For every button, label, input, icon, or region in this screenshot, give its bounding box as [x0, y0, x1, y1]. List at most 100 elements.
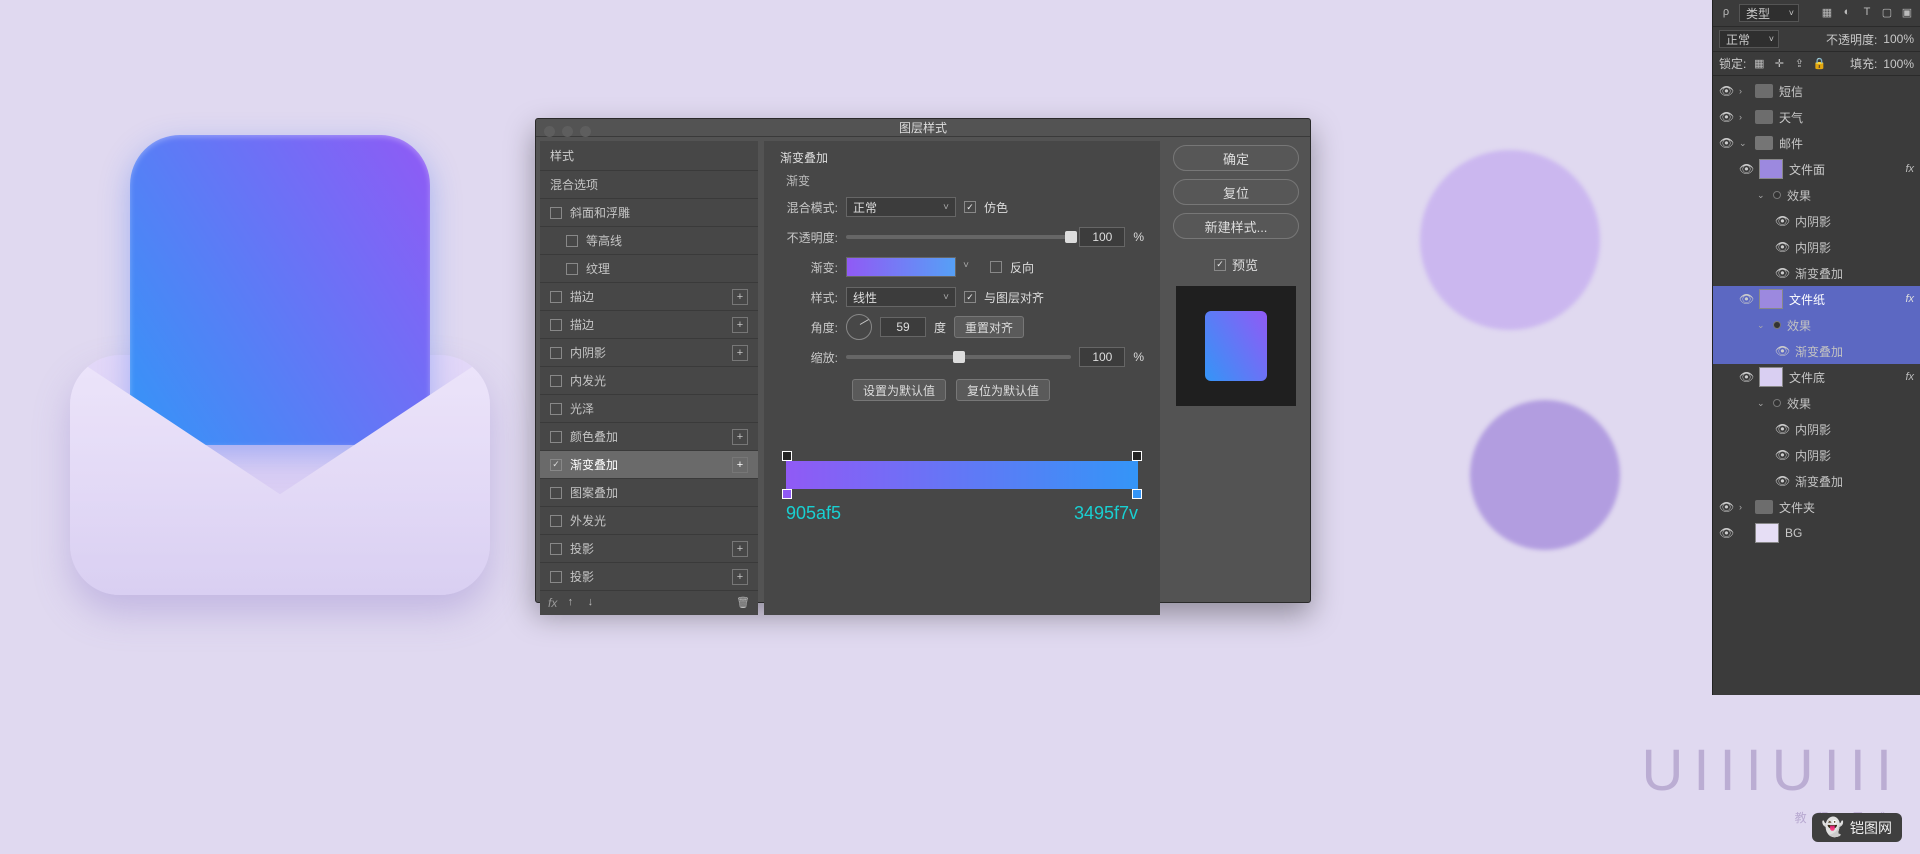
search-icon[interactable]: ρ	[1719, 6, 1733, 20]
disclosure-icon[interactable]: ⌄	[1739, 138, 1749, 149]
gradient-swatch[interactable]	[846, 257, 956, 277]
color-stop-left[interactable]	[782, 489, 792, 499]
style-item-checkbox[interactable]: ✓	[550, 459, 562, 471]
dialog-titlebar[interactable]: 图层样式	[536, 119, 1310, 137]
new-style-button[interactable]: 新建样式...	[1173, 213, 1299, 239]
visibility-icon[interactable]: 👁	[1739, 292, 1753, 306]
opacity-input[interactable]: 100	[1079, 227, 1125, 247]
gradient-style-select[interactable]: 线性	[846, 287, 956, 307]
add-instance-icon[interactable]: +	[732, 289, 748, 305]
style-item[interactable]: 外发光	[540, 506, 758, 534]
layer-thumbnail[interactable]	[1755, 523, 1779, 543]
layer-group-row[interactable]: 👁›短信	[1713, 78, 1920, 104]
scale-input[interactable]: 100	[1079, 347, 1125, 367]
trash-icon[interactable]: 🗑	[736, 596, 750, 610]
style-item[interactable]: 颜色叠加+	[540, 422, 758, 450]
add-instance-icon[interactable]: +	[732, 317, 748, 333]
style-item-checkbox[interactable]	[550, 515, 562, 527]
style-item-checkbox[interactable]	[550, 319, 562, 331]
cancel-button[interactable]: 复位	[1173, 179, 1299, 205]
layer-group-row[interactable]: 👁⌄邮件	[1713, 130, 1920, 156]
align-checkbox[interactable]	[964, 291, 976, 303]
add-instance-icon[interactable]: +	[732, 429, 748, 445]
style-item-checkbox[interactable]	[550, 375, 562, 387]
visibility-icon[interactable]: 👁	[1775, 266, 1789, 280]
add-instance-icon[interactable]: +	[732, 457, 748, 473]
style-item-checkbox[interactable]	[550, 207, 562, 219]
style-item[interactable]: 描边+	[540, 282, 758, 310]
filter-pixel-icon[interactable]: ▦	[1820, 6, 1834, 20]
visibility-icon[interactable]: 👁	[1719, 110, 1733, 124]
scale-slider[interactable]	[846, 355, 1071, 359]
disclosure-icon[interactable]: ›	[1739, 502, 1749, 512]
fx-badge[interactable]: fx	[1905, 163, 1914, 175]
style-item-checkbox[interactable]	[550, 403, 562, 415]
style-item[interactable]: 图案叠加	[540, 478, 758, 506]
visibility-icon[interactable]: 👁	[1739, 162, 1753, 176]
fx-badge[interactable]: fx	[1905, 293, 1914, 305]
visibility-icon[interactable]: 👁	[1719, 136, 1733, 150]
filter-type-select[interactable]: 类型	[1739, 4, 1799, 22]
reset-align-button[interactable]: 重置对齐	[954, 316, 1024, 338]
style-item-checkbox[interactable]	[550, 571, 562, 583]
style-item[interactable]: 描边+	[540, 310, 758, 338]
style-item[interactable]: 光泽	[540, 394, 758, 422]
visibility-icon[interactable]: 👁	[1775, 422, 1789, 436]
effect-row[interactable]: 👁内阴影	[1713, 234, 1920, 260]
layer-row[interactable]: 👁文件面fx	[1713, 156, 1920, 182]
opacity-slider[interactable]	[846, 235, 1071, 239]
lock-position-icon[interactable]: ✛	[1772, 57, 1786, 71]
layer-row[interactable]: 👁文件底fx	[1713, 364, 1920, 390]
style-item[interactable]: 斜面和浮雕	[540, 198, 758, 226]
style-item[interactable]: 内发光	[540, 366, 758, 394]
effect-row[interactable]: 👁渐变叠加	[1713, 338, 1920, 364]
effect-row[interactable]: ⌄效果	[1713, 390, 1920, 416]
reverse-checkbox[interactable]	[990, 261, 1002, 273]
layer-group-row[interactable]: 👁›文件夹	[1713, 494, 1920, 520]
dither-checkbox[interactable]	[964, 201, 976, 213]
reset-default-button[interactable]: 复位为默认值	[956, 379, 1050, 401]
fx-icon[interactable]: fx	[548, 596, 557, 610]
opacity-value[interactable]: 100%	[1883, 32, 1914, 46]
style-item-checkbox[interactable]	[550, 487, 562, 499]
visibility-icon[interactable]: 👁	[1775, 448, 1789, 462]
move-down-icon[interactable]: ↓	[583, 596, 597, 610]
add-instance-icon[interactable]: +	[732, 345, 748, 361]
angle-dial[interactable]	[846, 314, 872, 340]
effect-row[interactable]: 👁内阴影	[1713, 208, 1920, 234]
add-instance-icon[interactable]: +	[732, 541, 748, 557]
visibility-icon[interactable]: 👁	[1719, 84, 1733, 98]
set-default-button[interactable]: 设置为默认值	[852, 379, 946, 401]
visibility-icon[interactable]: 👁	[1739, 370, 1753, 384]
filter-shape-icon[interactable]: ▢	[1880, 6, 1894, 20]
style-item[interactable]: 投影+	[540, 562, 758, 590]
visibility-icon[interactable]: 👁	[1719, 500, 1733, 514]
filter-adjust-icon[interactable]: ◐	[1840, 6, 1854, 20]
lock-all-icon[interactable]: 🔒	[1812, 57, 1826, 71]
style-item[interactable]: 纹理	[540, 254, 758, 282]
style-item-checkbox[interactable]	[566, 235, 578, 247]
blend-mode-select[interactable]: 正常	[1719, 30, 1779, 48]
effect-row[interactable]: ⌄效果	[1713, 312, 1920, 338]
layer-thumbnail[interactable]	[1759, 289, 1783, 309]
disclosure-icon[interactable]: ⌄	[1757, 398, 1767, 409]
layer-thumbnail[interactable]	[1759, 159, 1783, 179]
filter-text-icon[interactable]: T	[1860, 6, 1874, 20]
disclosure-icon[interactable]: ⌄	[1757, 320, 1767, 331]
style-item[interactable]: 内阴影+	[540, 338, 758, 366]
effect-row[interactable]: 👁内阴影	[1713, 442, 1920, 468]
style-item-checkbox[interactable]	[550, 291, 562, 303]
fill-value[interactable]: 100%	[1883, 57, 1914, 71]
style-item-checkbox[interactable]	[550, 431, 562, 443]
style-item[interactable]: 投影+	[540, 534, 758, 562]
angle-input[interactable]: 59	[880, 317, 926, 337]
visibility-icon[interactable]: 👁	[1775, 344, 1789, 358]
disclosure-icon[interactable]: ⌄	[1757, 190, 1767, 201]
visibility-icon[interactable]: 👁	[1775, 240, 1789, 254]
fx-badge[interactable]: fx	[1905, 371, 1914, 383]
filter-smart-icon[interactable]: ▣	[1900, 6, 1914, 20]
layer-group-row[interactable]: 👁›天气	[1713, 104, 1920, 130]
style-item-checkbox[interactable]	[550, 347, 562, 359]
lock-artboard-icon[interactable]: ⇪	[1792, 57, 1806, 71]
move-up-icon[interactable]: ↑	[563, 596, 577, 610]
